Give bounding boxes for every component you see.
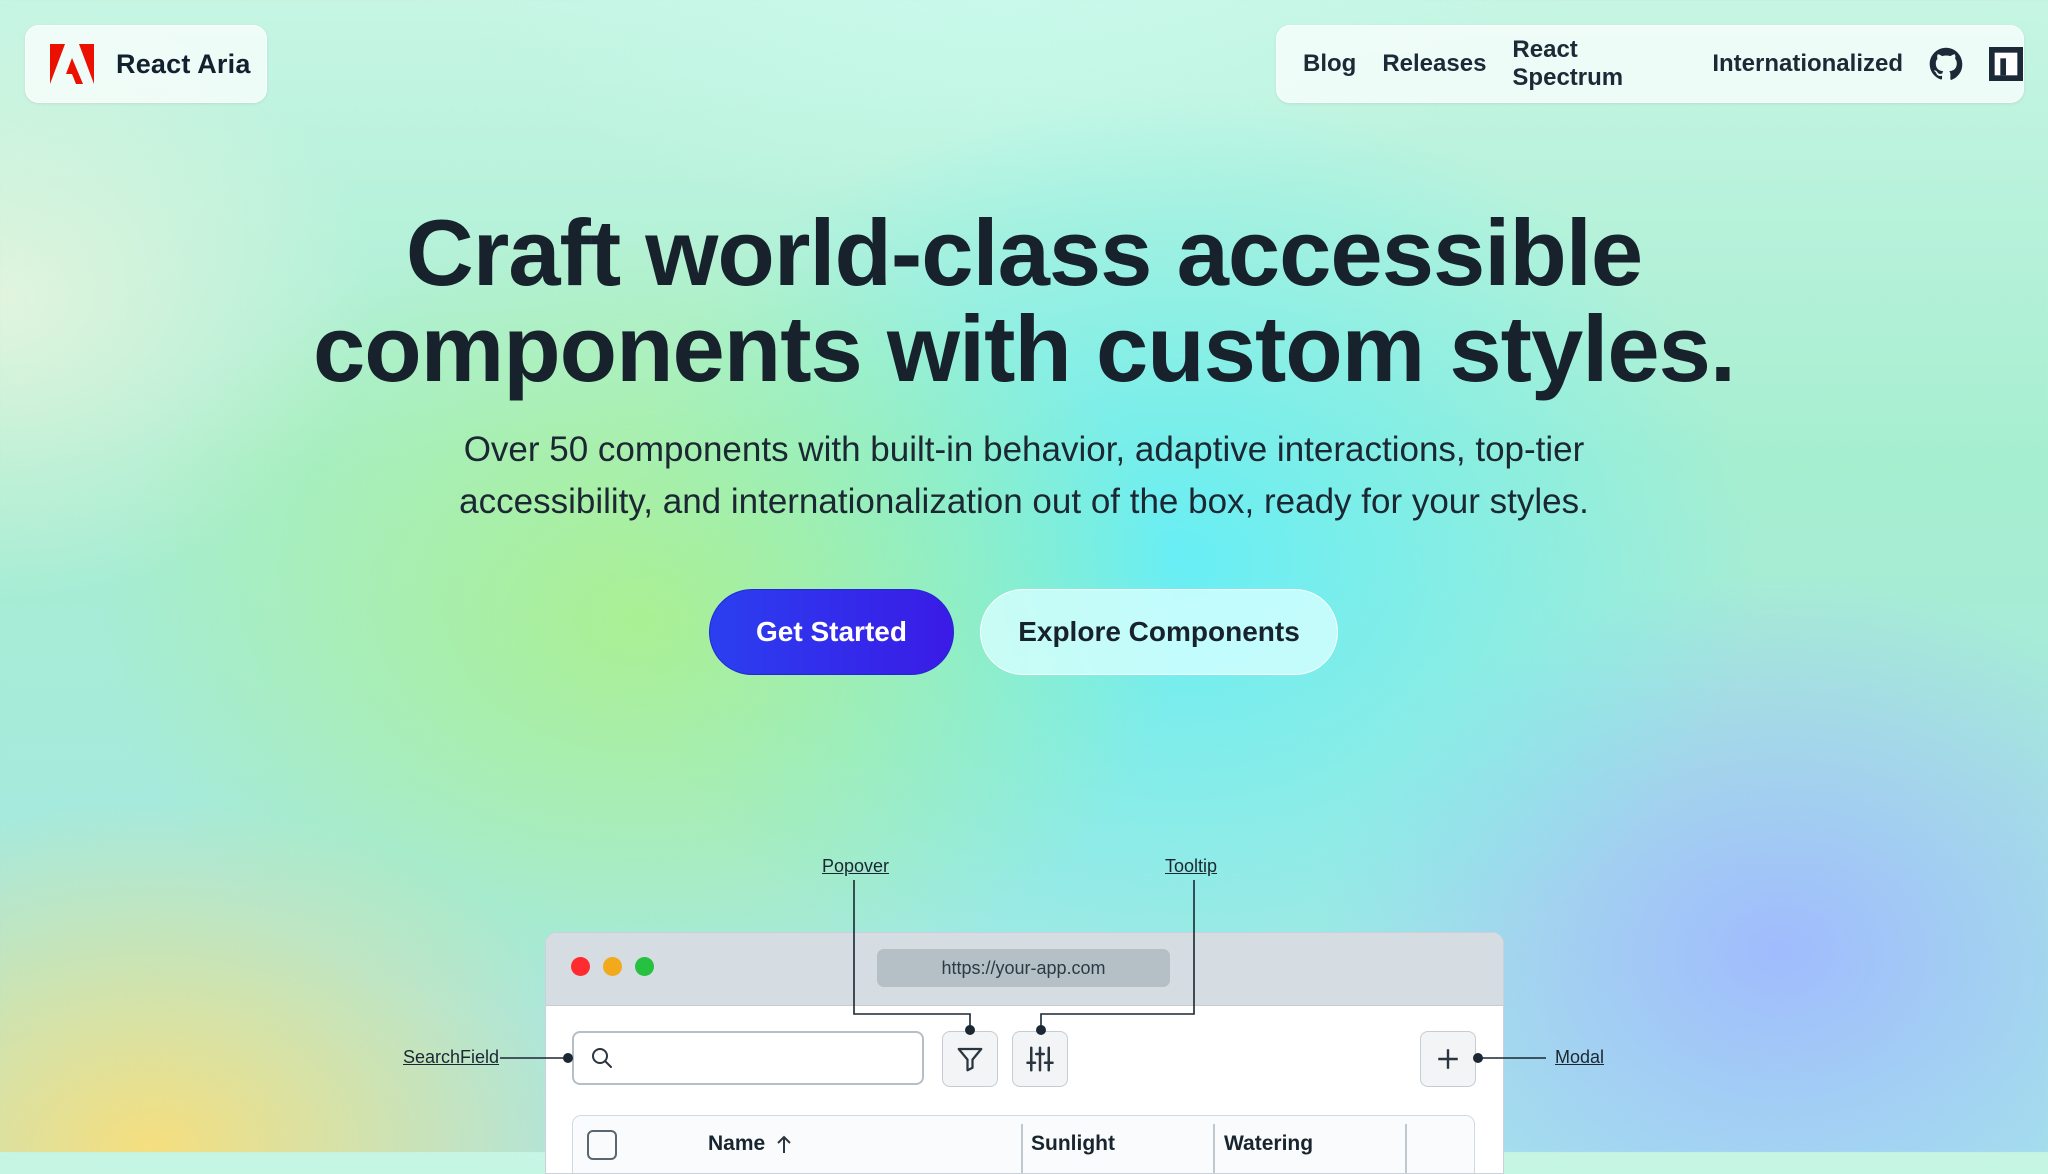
hero-title-line1: Craft world-class accessible [405,200,1643,305]
column-divider[interactable] [1213,1124,1215,1173]
demo-app-window: https://your-app.com Name Sunlight Water… [545,932,1504,1174]
brand-card[interactable]: React Aria [25,25,267,103]
add-button[interactable] [1420,1031,1476,1087]
hero-title-line2: components with custom styles. [312,296,1736,401]
callout-modal[interactable]: Modal [1555,1047,1604,1068]
column-name-label: Name [708,1132,766,1155]
hero-subtitle-line2: accessibility, and internationalization … [459,482,1589,521]
plus-icon [1438,1049,1458,1069]
column-header-watering[interactable]: Watering [1224,1132,1313,1156]
table-header: Name Sunlight Watering [572,1115,1475,1173]
top-nav: Blog Releases React Spectrum Internation… [1276,25,2024,103]
nav-releases[interactable]: Releases [1382,50,1486,78]
address-bar[interactable]: https://your-app.com [877,949,1170,987]
hero-subtitle: Over 50 components with built-in behavio… [0,424,2048,528]
window-titlebar: https://your-app.com [546,933,1503,1006]
settings-sliders-button[interactable] [1012,1031,1068,1087]
sliders-icon [1026,1046,1054,1072]
nav-blog[interactable]: Blog [1303,50,1356,78]
callout-tooltip[interactable]: Tooltip [1165,856,1217,877]
callout-popover[interactable]: Popover [822,856,889,877]
select-all-checkbox[interactable] [587,1130,617,1160]
callout-searchfield[interactable]: SearchField [403,1047,499,1068]
column-divider[interactable] [1021,1124,1023,1173]
column-header-sunlight[interactable]: Sunlight [1031,1132,1115,1156]
column-header-name[interactable]: Name [708,1132,793,1156]
npm-icon[interactable] [1989,47,2023,81]
filter-icon [957,1047,983,1072]
explore-components-button[interactable]: Explore Components [980,589,1338,675]
arrow-up-icon [777,1135,791,1153]
column-divider[interactable] [1405,1124,1407,1173]
window-close-dot[interactable] [571,957,590,976]
window-minimize-dot[interactable] [603,957,622,976]
get-started-button[interactable]: Get Started [709,589,954,675]
brand-name: React Aria [116,48,251,79]
search-icon [592,1048,612,1068]
hero-title: Craft world-class accessible components … [0,205,2048,397]
filter-button[interactable] [942,1031,998,1087]
hero-subtitle-line1: Over 50 components with built-in behavio… [463,430,1585,469]
window-maximize-dot[interactable] [635,957,654,976]
nav-react-spectrum[interactable]: React Spectrum [1512,36,1686,92]
search-input[interactable] [572,1031,924,1085]
github-icon[interactable] [1929,47,1963,81]
adobe-logo-icon [50,44,94,84]
nav-internationalized[interactable]: Internationalized [1712,50,1903,78]
